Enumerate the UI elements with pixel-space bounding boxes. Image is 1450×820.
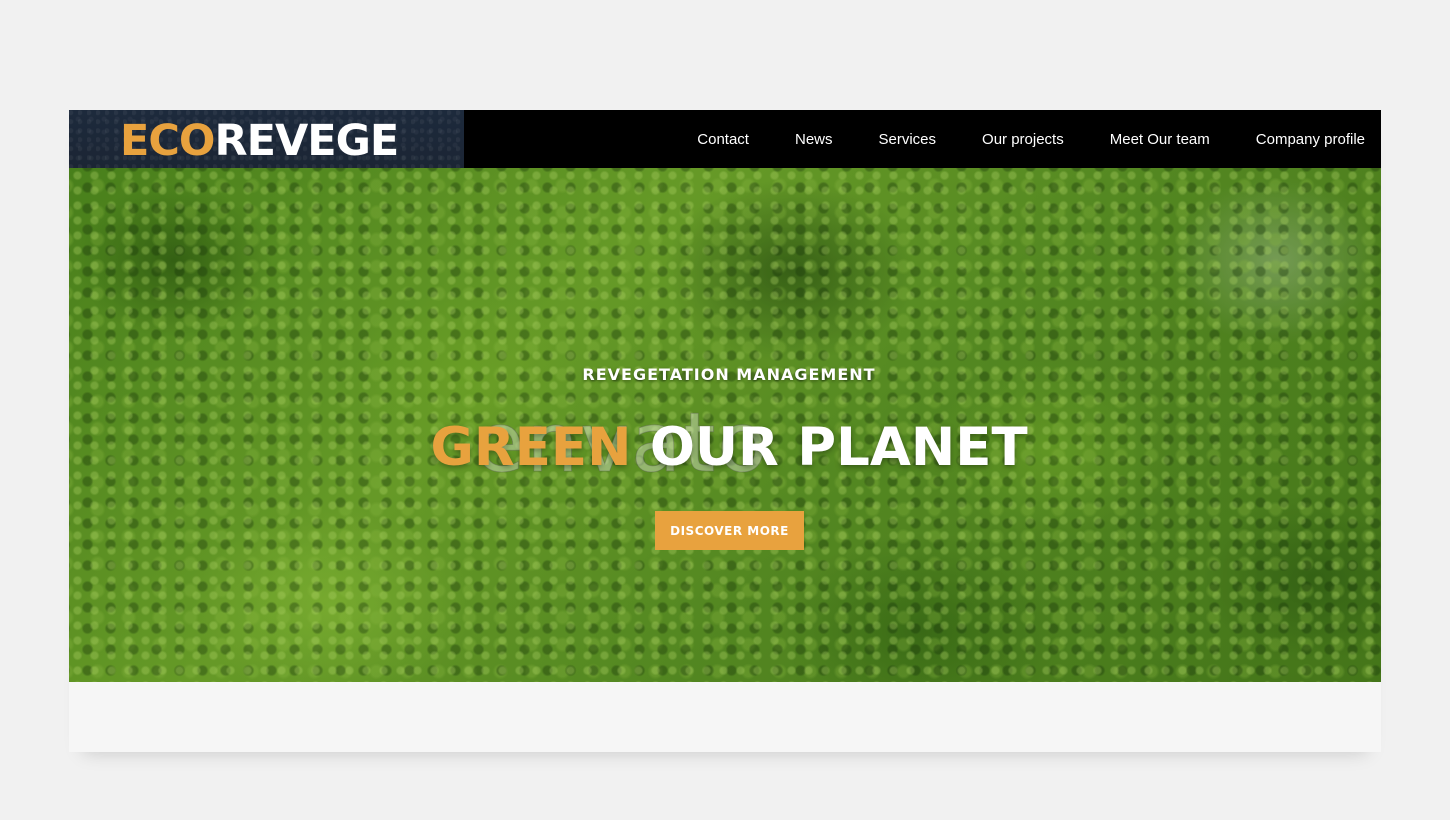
site-header: ECOREVEGE Contact News Services Our proj…	[69, 110, 1381, 168]
nav-our-projects[interactable]: Our projects	[982, 131, 1064, 148]
main-nav: Contact News Services Our projects Meet …	[697, 110, 1365, 168]
below-hero-section	[69, 682, 1381, 752]
nav-company-profile[interactable]: Company profile	[1256, 131, 1365, 148]
logo-revege-text: REVEGE	[214, 116, 400, 166]
hero-content: REVEGETATION MANAGEMENT envato GREEN OUR…	[69, 168, 1381, 682]
nav-services[interactable]: Services	[879, 131, 937, 148]
nav-contact[interactable]: Contact	[697, 131, 749, 148]
hero-kicker: REVEGETATION MANAGEMENT	[582, 365, 876, 384]
hero-headline: GREEN OUR PLANET	[69, 416, 1381, 480]
nav-news[interactable]: News	[795, 131, 833, 148]
page-frame: ECOREVEGE Contact News Services Our proj…	[69, 110, 1381, 752]
headline-rest: OUR PLANET	[631, 417, 1028, 478]
headline-accent-word: GREEN	[430, 417, 632, 478]
discover-more-button[interactable]: DISCOVER MORE	[655, 511, 804, 550]
site-logo[interactable]: ECOREVEGE	[120, 115, 400, 167]
logo-eco-text: ECO	[120, 116, 215, 166]
hero-banner: REVEGETATION MANAGEMENT envato GREEN OUR…	[69, 168, 1381, 682]
logo-container[interactable]: ECOREVEGE	[69, 110, 464, 168]
nav-meet-our-team[interactable]: Meet Our team	[1110, 131, 1210, 148]
